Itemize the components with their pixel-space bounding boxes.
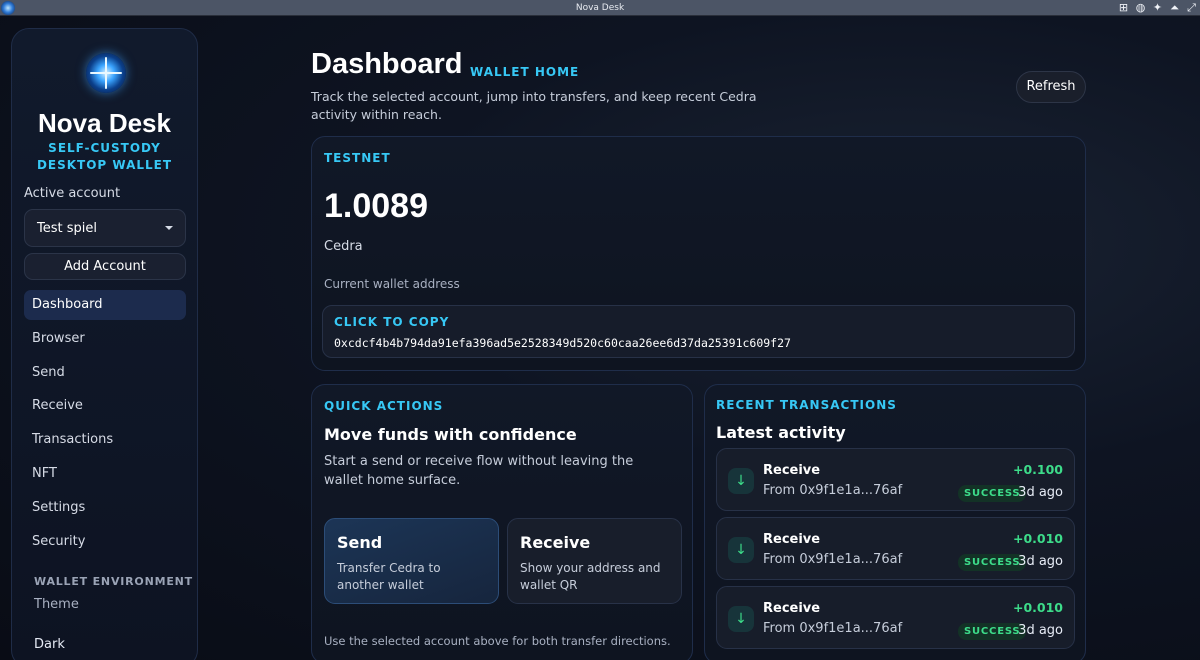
recent-transactions-heading: Latest activity — [716, 423, 846, 442]
receive-action-title: Receive — [520, 533, 591, 552]
window-titlebar: Nova Desk ⊞ ◍ ✦ ⏶ ⤢ — [0, 0, 1200, 16]
arrow-down-icon: ↓ — [728, 537, 754, 563]
status-badge: SUCCESS — [958, 554, 1027, 571]
send-action-button[interactable]: Send Transfer Cedra to another wallet — [324, 518, 499, 604]
transaction-row[interactable]: ↓ Receive From 0x9f1e1a...76af +0.100 SU… — [716, 448, 1075, 511]
keep-above-icon[interactable]: ⏶ — [1168, 1, 1181, 14]
transaction-from: From 0x9f1e1a...76af — [763, 483, 903, 498]
app-logo-icon[interactable] — [1, 1, 15, 15]
arrow-down-icon: ↓ — [728, 606, 754, 632]
sidebar-item-nft[interactable]: NFT — [24, 459, 186, 489]
transaction-time: 3d ago — [1018, 623, 1063, 638]
account-select-value: Test spiel — [37, 220, 97, 236]
window-title: Nova Desk — [575, 2, 625, 13]
recent-transactions-eyebrow: RECENT TRANSACTIONS — [716, 398, 897, 412]
quick-actions-card: QUICK ACTIONS Move funds with confidence… — [311, 384, 693, 660]
transaction-row[interactable]: ↓ Receive From 0x9f1e1a...76af +0.010 SU… — [716, 517, 1075, 580]
page-subtitle: WALLET HOME — [470, 65, 580, 79]
send-action-description: Transfer Cedra to another wallet — [337, 561, 441, 592]
sidebar-item-browser[interactable]: Browser — [24, 324, 186, 354]
status-badge: SUCCESS — [958, 485, 1027, 502]
transaction-time: 3d ago — [1018, 554, 1063, 569]
sidebar-item-receive[interactable]: Receive — [24, 391, 186, 421]
sidebar-item-transactions[interactable]: Transactions — [24, 425, 186, 455]
address-label: Current wallet address — [324, 277, 460, 291]
transaction-type: Receive — [763, 532, 821, 547]
quick-actions-footer: Use the selected account above for both … — [324, 634, 671, 648]
fullscreen-icon[interactable]: ⤢ — [1185, 1, 1198, 14]
transaction-from: From 0x9f1e1a...76af — [763, 552, 903, 567]
web-icon[interactable]: ◍ — [1134, 1, 1147, 14]
nova-star-logo-icon — [86, 53, 126, 93]
transaction-time: 3d ago — [1018, 485, 1063, 500]
theme-select[interactable]: Dark — [34, 637, 65, 652]
transaction-row[interactable]: ↓ Receive From 0x9f1e1a...76af +0.010 SU… — [716, 586, 1075, 649]
sidebar-item-send[interactable]: Send — [24, 358, 186, 388]
sidebar-item-security[interactable]: Security — [24, 527, 186, 557]
page-description: Track the selected account, jump into tr… — [311, 89, 757, 122]
receive-action-button[interactable]: Receive Show your address and wallet QR — [507, 518, 682, 604]
wallet-environment-heading: WALLET ENVIRONMENT — [34, 575, 193, 588]
brand-tagline: SELF-CUSTODY DESKTOP WALLET — [36, 141, 173, 172]
status-badge: SUCCESS — [958, 623, 1027, 640]
transaction-type: Receive — [763, 601, 821, 616]
copy-address-button[interactable]: CLICK TO COPY 0xcdcf4b4b794da91efa396ad5… — [322, 305, 1075, 358]
theme-label: Theme — [34, 597, 79, 612]
pin-icon[interactable]: ✦ — [1151, 1, 1164, 14]
window-controls: ⊞ ◍ ✦ ⏶ ⤢ — [1117, 1, 1198, 14]
balance-unit: Cedra — [324, 239, 363, 254]
sidebar-item-dashboard[interactable]: Dashboard — [24, 290, 186, 320]
arrow-down-icon: ↓ — [728, 468, 754, 494]
active-account-label: Active account — [24, 186, 121, 201]
sidebar-item-settings[interactable]: Settings — [24, 493, 186, 523]
copy-hint: CLICK TO COPY — [334, 315, 450, 329]
chevron-down-icon — [165, 226, 173, 230]
account-select[interactable]: Test spiel — [24, 209, 186, 247]
transaction-type: Receive — [763, 463, 821, 478]
page-title: Dashboard — [311, 48, 463, 80]
quick-actions-eyebrow: QUICK ACTIONS — [324, 399, 444, 413]
tile-windows-icon[interactable]: ⊞ — [1117, 1, 1130, 14]
refresh-button[interactable]: Refresh — [1016, 71, 1086, 103]
recent-transactions-card: RECENT TRANSACTIONS Latest activity ↓ Re… — [704, 384, 1086, 660]
add-account-button[interactable]: Add Account — [24, 253, 186, 280]
transaction-amount: +0.010 — [1012, 531, 1063, 546]
balance-card: TESTNET 1.0089 Cedra Current wallet addr… — [311, 136, 1086, 371]
transaction-amount: +0.100 — [1012, 462, 1063, 477]
send-action-title: Send — [337, 533, 383, 552]
quick-actions-heading: Move funds with confidence — [324, 425, 577, 444]
brand-name: Nova Desk — [38, 108, 171, 138]
balance-amount: 1.0089 — [324, 187, 428, 225]
wallet-address: 0xcdcf4b4b794da91efa396ad5e2528349d520c6… — [334, 336, 791, 350]
transaction-amount: +0.010 — [1012, 600, 1063, 615]
sidebar-nav: Dashboard Browser Send Receive Transacti… — [24, 290, 186, 560]
quick-actions-description: Start a send or receive flow without lea… — [324, 454, 634, 488]
transaction-from: From 0x9f1e1a...76af — [763, 621, 903, 636]
network-label: TESTNET — [324, 151, 391, 165]
receive-action-description: Show your address and wallet QR — [520, 561, 661, 592]
